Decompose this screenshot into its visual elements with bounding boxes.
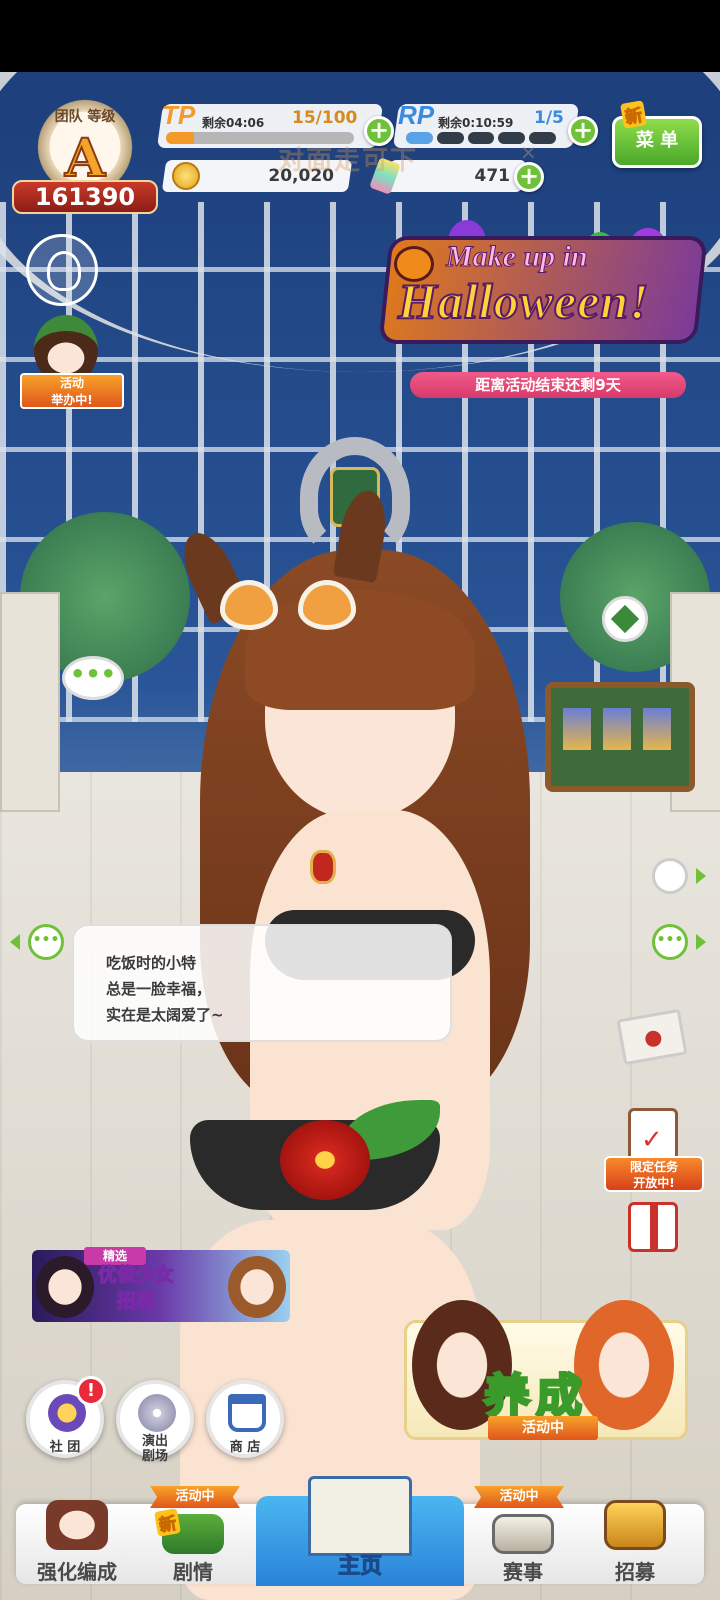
mail-seal-icon: [644, 1029, 663, 1049]
disc-icon: [138, 1394, 176, 1432]
pendant: [310, 850, 336, 884]
team-rank-grade: A: [64, 127, 106, 190]
scroll-left-button[interactable]: •••: [10, 924, 72, 960]
shop-label: 商 店: [229, 1440, 261, 1455]
race-gate-icon: [492, 1514, 554, 1554]
rp-timer: 剩余0:10:59: [438, 116, 514, 130]
character-speech-box[interactable]: 吃饭时的小特 总是一脸幸福， 实在是太阔爱了~: [72, 924, 452, 1042]
close-icon: ×: [520, 140, 537, 164]
event-status-label: 活动 举办中!: [20, 373, 124, 409]
arrow-right-icon: [696, 934, 706, 950]
rp-add-button[interactable]: +: [568, 116, 598, 146]
halloween-event-banner[interactable]: Make up in Halloween!: [382, 210, 704, 350]
club-label: 社 团: [49, 1440, 81, 1455]
hibiscus-flower: [280, 1120, 370, 1200]
speech-line: 实在是太阔爱了~: [106, 1006, 224, 1024]
nav-enhance[interactable]: 强化编成: [22, 1500, 132, 1590]
chibi-avatar: [36, 1256, 94, 1318]
speech-line: 吃饭时的小特: [106, 954, 197, 972]
gift-ribbon-icon: [650, 1205, 658, 1249]
limited-mission-label[interactable]: 限定任务 开放中!: [604, 1156, 704, 1192]
tp-progress-fill: [166, 132, 195, 144]
training-button[interactable]: 养成 活动中: [404, 1300, 694, 1452]
jewel-count: 471: [474, 166, 511, 186]
nav-race-label: 赛事: [503, 1560, 543, 1584]
watermark: 对面走可下: [278, 146, 419, 176]
nav-story[interactable]: 新 剧情: [138, 1500, 248, 1590]
shopping-cart-icon: [228, 1394, 266, 1432]
scroll-right-character-button[interactable]: [652, 858, 714, 894]
chibi-avatar: [228, 1256, 286, 1318]
arrow-right-icon: [696, 868, 706, 884]
new-badge: 新: [154, 1508, 181, 1537]
chibi-avatar: [46, 1500, 108, 1550]
scroll-right-button[interactable]: •••: [652, 924, 714, 960]
event-title-line2: Halloween!: [397, 272, 650, 330]
checkmark-icon: ✓: [641, 1125, 663, 1155]
arrow-left-icon: [10, 934, 20, 950]
tp-timer: 剩余04:06: [202, 116, 265, 130]
team-rank-score: 161390: [12, 180, 158, 214]
gift-box-button[interactable]: [628, 1202, 678, 1252]
horse-head-icon: [47, 251, 81, 291]
nav-race[interactable]: 赛事: [468, 1500, 578, 1590]
chibi-face-icon: [652, 858, 688, 894]
jewel-add-button[interactable]: +: [514, 162, 544, 192]
nav-enhance-label: 强化编成: [37, 1560, 117, 1584]
tp-count: 15/100: [292, 108, 358, 128]
tp-label: TP: [162, 100, 196, 130]
gate-icon: [604, 1500, 666, 1550]
gacha-title: 优俊少女 招募: [97, 1264, 175, 1313]
event-countdown: 距离活动结束还剩9天: [410, 372, 686, 398]
heart-sunglasses: [220, 580, 360, 640]
training-status: 活动中: [488, 1416, 598, 1440]
poster: [643, 708, 671, 750]
coin-icon: [172, 162, 200, 190]
uma-profile-button[interactable]: [26, 234, 98, 306]
chat-bubble-button[interactable]: •••: [62, 656, 124, 700]
team-rank-badge[interactable]: 团队 等级 A 161390: [12, 88, 158, 218]
nav-home-label: 主页: [337, 1554, 382, 1580]
nav-home[interactable]: 主页: [256, 1456, 464, 1586]
nav-gacha[interactable]: 招募: [580, 1500, 690, 1590]
rp-label: RP: [398, 100, 435, 130]
rp-pip: [467, 132, 495, 144]
map-pin-icon: [610, 604, 640, 634]
school-building-icon: [308, 1476, 412, 1556]
rp-pip: [436, 132, 464, 144]
team-rank-label: 团队 等级: [54, 109, 116, 125]
dots-icon: •••: [652, 924, 688, 960]
pillar: [0, 592, 60, 812]
nav-gacha-label: 招募: [615, 1560, 655, 1584]
rp-count: 1/5: [534, 108, 564, 128]
theater-label: 演出 剧场: [141, 1434, 168, 1464]
dots-icon: •••: [28, 924, 64, 960]
event-title-line1: Make up in: [446, 240, 589, 274]
notification-badge: !: [76, 1376, 106, 1406]
location-pin-button[interactable]: [602, 596, 648, 642]
new-badge: 新: [620, 100, 647, 129]
chibi-avatar: [574, 1300, 674, 1430]
menu-label: 菜 单: [635, 130, 679, 151]
event-host-button[interactable]: 活动 举办中!: [20, 315, 124, 415]
nav-story-label: 剧情: [173, 1560, 213, 1584]
speech-line: 总是一脸幸福，: [106, 980, 212, 998]
